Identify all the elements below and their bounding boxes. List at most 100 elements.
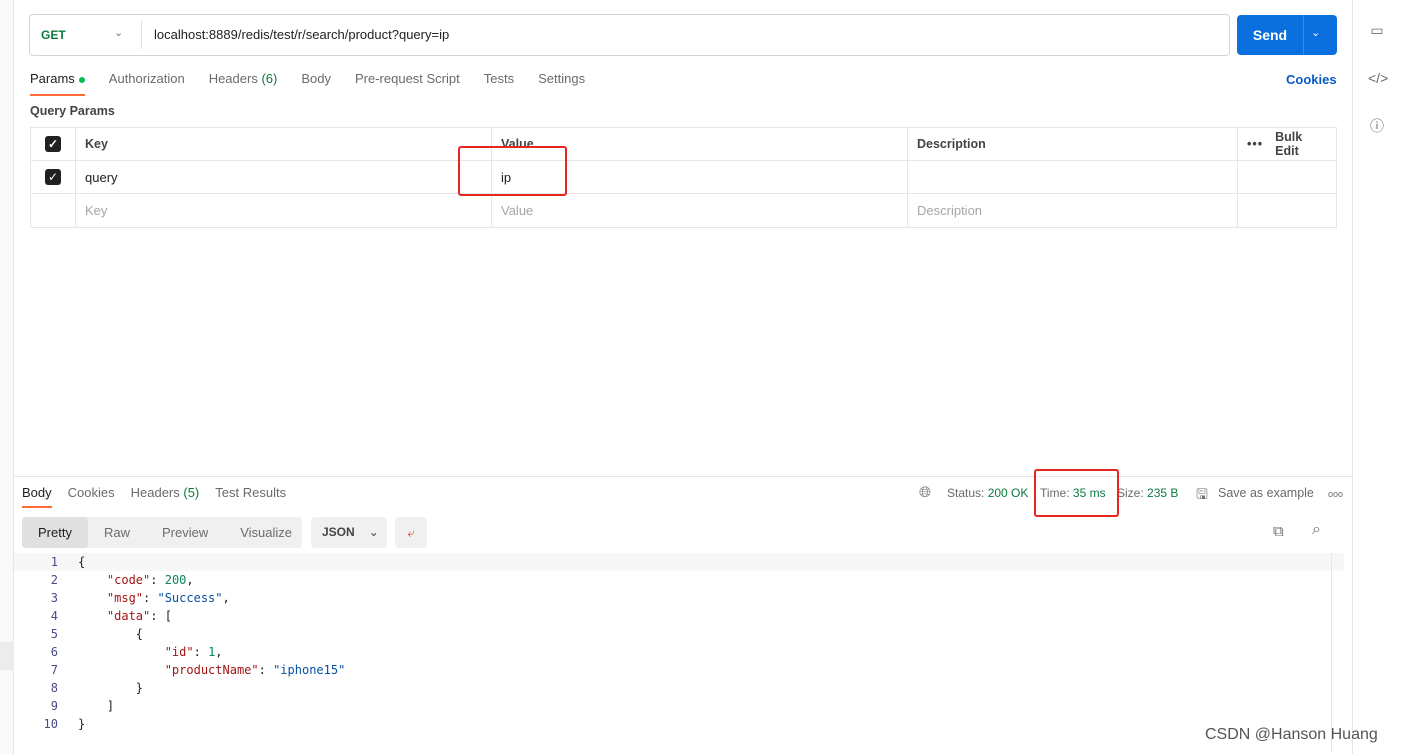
json-number: 1 <box>208 645 216 659</box>
request-tabs: Params Authorization Headers (6) Body Pr… <box>30 71 609 96</box>
divider <box>1303 15 1304 55</box>
format-select[interactable]: JSON ⌄ <box>311 517 387 548</box>
select-all-checkbox[interactable]: ✓ <box>45 136 61 152</box>
method-select[interactable]: GET <box>41 28 66 42</box>
response-body-editor[interactable]: 1{ 2 "code": 200, 3 "msg": "Success", 4 … <box>14 553 1344 733</box>
code-text: { <box>78 555 86 569</box>
code-text: } <box>78 681 144 695</box>
bulk-edit-button[interactable]: ••• Bulk Edit <box>1238 128 1336 160</box>
more-icon: ••• <box>1247 137 1264 151</box>
tab-authorization[interactable]: Authorization <box>109 71 185 96</box>
copy-icon[interactable]: ⧉ <box>1273 523 1284 540</box>
response-tabs: Body Cookies Headers (5) Test Results <box>22 485 302 508</box>
tab-response-headers[interactable]: Headers (5) <box>131 485 200 508</box>
chevron-down-icon: ⌄ <box>368 525 379 539</box>
query-params-table: ✓ Key Value Description ••• Bulk Edit ✓ q… <box>30 127 1337 228</box>
comment-icon[interactable]: ▭ <box>1368 21 1386 39</box>
right-sidebar <box>1352 0 1401 754</box>
view-raw[interactable]: Raw <box>88 517 146 548</box>
line-number: 6 <box>50 645 58 659</box>
more-icon[interactable]: ooo <box>1328 489 1343 499</box>
line-number: 1 <box>50 555 58 569</box>
new-key-input[interactable]: Key <box>76 194 492 227</box>
new-value-input[interactable]: Value <box>492 194 908 227</box>
code-line: 8 } <box>14 679 1344 697</box>
search-icon[interactable]: ⌕ <box>1312 521 1321 539</box>
code-line: 6 "id": 1, <box>14 643 1344 661</box>
chevron-down-icon[interactable]: ⌄ <box>114 26 123 39</box>
cookies-link[interactable]: Cookies <box>1286 72 1337 87</box>
code-text: } <box>78 717 86 731</box>
json-number: 200 <box>164 573 187 587</box>
code-icon[interactable]: </> <box>1368 69 1388 87</box>
view-preview[interactable]: Preview <box>146 517 224 548</box>
save-icon[interactable]: 🖫 <box>1196 484 1208 508</box>
tab-label: Params <box>30 71 75 86</box>
tab-count: (5) <box>183 485 200 500</box>
highlight-box <box>458 146 567 196</box>
save-as-example-button[interactable]: Save as example <box>1218 486 1314 500</box>
response-divider[interactable] <box>14 476 1352 477</box>
header-description: Description <box>908 128 1238 160</box>
line-number: 8 <box>50 681 58 695</box>
code-line: 5 { <box>14 625 1344 643</box>
code-text: ] <box>78 699 115 713</box>
param-key[interactable]: query <box>76 161 492 193</box>
view-pretty[interactable]: Pretty <box>22 517 88 548</box>
tab-label: Authorization <box>108 71 185 86</box>
divider <box>141 21 142 49</box>
param-description[interactable] <box>908 161 1238 193</box>
size: Size: 235 B <box>1117 486 1178 500</box>
json-key: "msg" <box>106 591 144 605</box>
line-number: 4 <box>50 609 58 623</box>
send-button[interactable]: Send ⌄ <box>1237 15 1337 55</box>
wrap-lines-icon[interactable]: ⤶ <box>395 517 427 548</box>
table-header: ✓ Key Value Description ••• Bulk Edit <box>31 128 1336 161</box>
json-key: "id" <box>164 645 194 659</box>
info-icon[interactable]: ⓘ <box>1368 117 1386 135</box>
tab-body[interactable]: Body <box>301 71 331 96</box>
tab-headers[interactable]: Headers (6) <box>209 71 278 96</box>
code-text: "productName": "iphone15" <box>164 663 346 677</box>
code-text: "data": [ <box>106 609 172 623</box>
status: Status: 200 OK <box>947 486 1028 500</box>
tab-params[interactable]: Params <box>30 71 85 96</box>
table-row: ✓ query ip <box>31 161 1336 194</box>
row-checkbox[interactable]: ✓ <box>45 169 61 185</box>
size-value: 235 B <box>1147 486 1179 500</box>
empty-cell <box>1238 194 1336 227</box>
tab-test-results[interactable]: Test Results <box>215 485 286 508</box>
code-line: 10} <box>14 715 1344 733</box>
highlight-box <box>1034 469 1119 517</box>
table-row-new: Key Value Description <box>31 194 1336 227</box>
size-label: Size: <box>1117 486 1144 500</box>
tab-response-cookies[interactable]: Cookies <box>68 485 115 508</box>
tab-response-body[interactable]: Body <box>22 485 52 508</box>
tab-pre-request-script[interactable]: Pre-request Script <box>355 71 460 96</box>
json-string: "Success" <box>157 591 223 605</box>
tab-tests[interactable]: Tests <box>484 71 514 96</box>
editor-scrollbar[interactable] <box>1331 553 1344 753</box>
json-key: "productName" <box>164 663 259 677</box>
view-mode-selector: Pretty Raw Preview Visualize <box>22 517 302 548</box>
chevron-down-icon[interactable]: ⌄ <box>1311 26 1320 39</box>
query-params-title: Query Params <box>30 104 115 118</box>
url-input[interactable]: localhost:8889/redis/test/r/search/produ… <box>154 27 449 42</box>
code-line: 2 "code": 200, <box>14 571 1344 589</box>
code-line: 1{ <box>14 553 1344 571</box>
globe-icon[interactable]: 🌐︎ <box>919 484 931 501</box>
left-sidebar-strip <box>0 0 14 754</box>
tab-label: Pre-request Script <box>354 71 460 86</box>
json-key: "data" <box>106 609 151 623</box>
new-description-input[interactable]: Description <box>908 194 1238 227</box>
tab-settings[interactable]: Settings <box>538 71 585 96</box>
code-line: 4 "data": [ <box>14 607 1344 625</box>
code-text: "id": 1, <box>164 645 223 659</box>
line-number: 2 <box>50 573 58 587</box>
tab-count: (6) <box>261 71 278 86</box>
view-visualize[interactable]: Visualize <box>224 517 308 548</box>
tab-label: Body <box>301 71 331 86</box>
status-label: Status: <box>947 486 985 500</box>
header-key: Key <box>76 128 492 160</box>
bulk-edit-label: Bulk Edit <box>1275 130 1303 158</box>
